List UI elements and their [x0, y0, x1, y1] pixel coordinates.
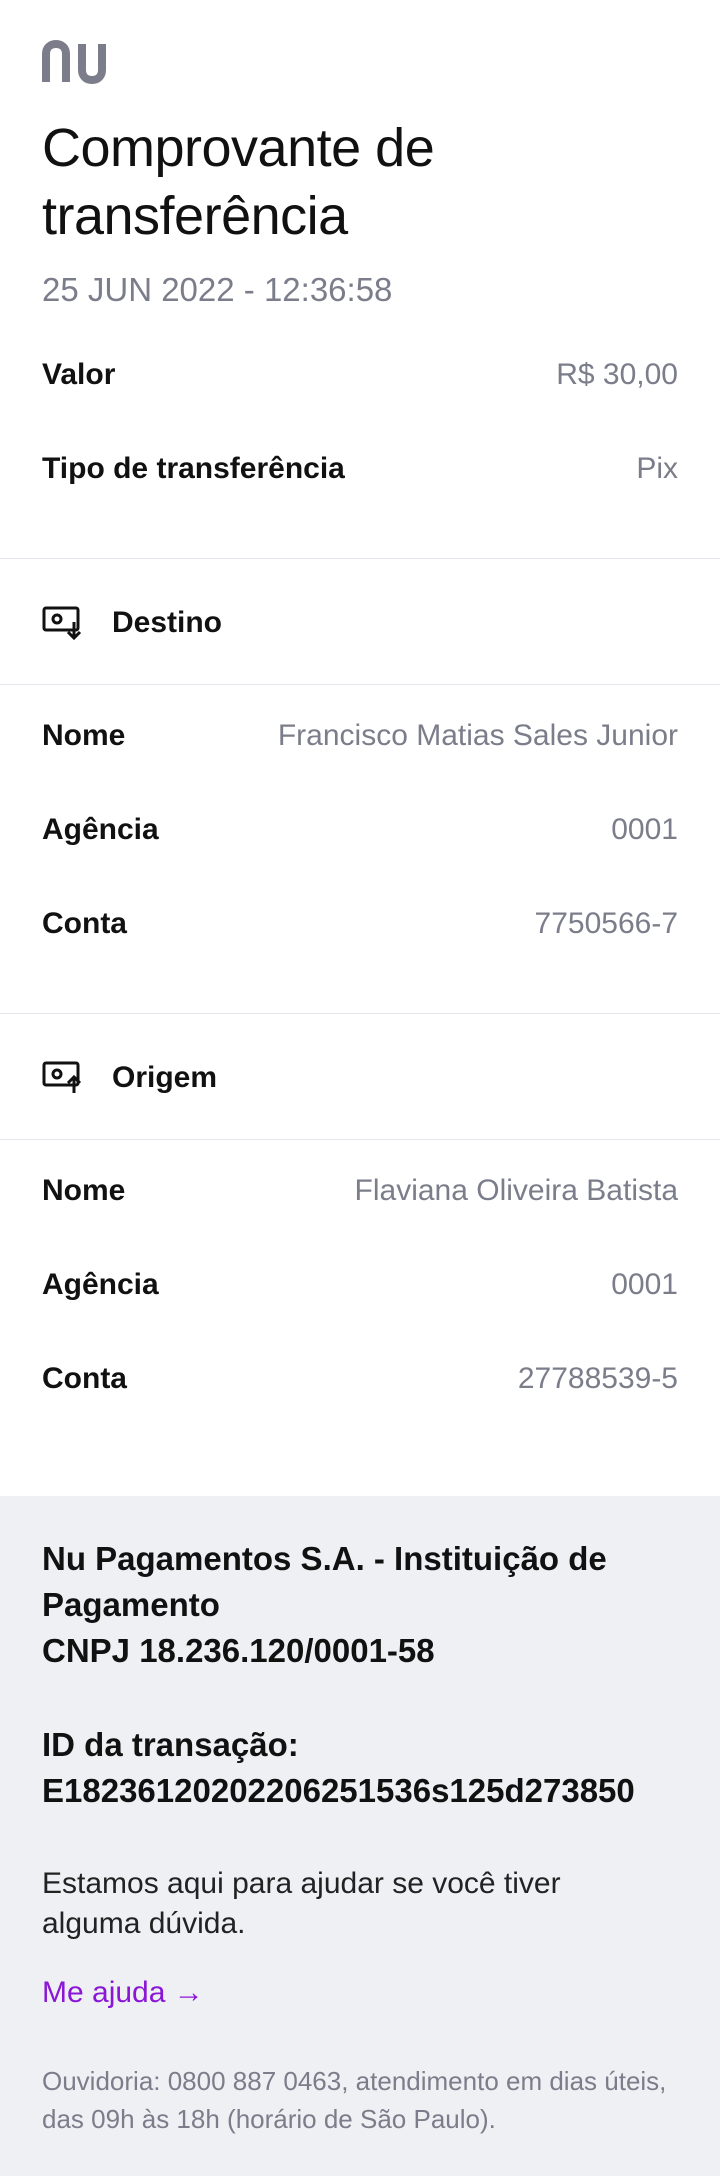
company-info: Nu Pagamentos S.A. - Instituição de Paga…: [42, 1536, 682, 1674]
origin-header: Origem: [42, 1053, 217, 1103]
origin-agency-label: Agência: [42, 1268, 159, 1301]
transaction-id-block: ID da transação: E18236120202206251536s1…: [42, 1722, 678, 1814]
transfer-type-value: Pix: [636, 452, 678, 485]
origin-account-label: Conta: [42, 1362, 127, 1395]
destination-agency-label: Agência: [42, 813, 159, 846]
destination-header: Destino: [42, 598, 222, 648]
company-name: Nu Pagamentos S.A. - Instituição de Paga…: [42, 1540, 607, 1623]
origin-agency-row: Agência 0001: [42, 1260, 678, 1310]
amount-label: Valor: [42, 358, 116, 391]
transfer-datetime: 25 JUN 2022 - 12:36:58: [42, 271, 393, 308]
nubank-logo: [42, 40, 106, 84]
origin-agency-value: 0001: [611, 1268, 678, 1301]
destination-agency-value: 0001: [611, 813, 678, 846]
origin-title: Origem: [112, 1061, 218, 1094]
destination-name-label: Nome: [42, 719, 126, 752]
origin-account-value: 27788539-5: [517, 1362, 678, 1395]
transfer-type-label: Tipo de transferência: [42, 452, 345, 485]
origin-account-row: Conta 27788539-5: [42, 1354, 678, 1404]
money-in-icon: [42, 606, 82, 641]
company-cnpj: CNPJ 18.236.120/0001-58: [42, 1632, 435, 1669]
destination-name-value: Francisco Matias Sales Junior: [277, 719, 678, 752]
help-text: Estamos aqui para ajudar se você tiver a…: [42, 1867, 561, 1940]
divider: [0, 558, 720, 559]
destination-title: Destino: [112, 606, 223, 639]
transfer-type-row: Tipo de transferência Pix: [42, 444, 678, 494]
transaction-id-label: ID da transação:: [42, 1726, 299, 1763]
divider: [0, 1139, 720, 1140]
help-link[interactable]: Me ajuda →: [42, 1976, 204, 2010]
transaction-id-value: E18236120202206251536s125d273850: [42, 1772, 635, 1809]
destination-account-value: 7750566-7: [534, 907, 678, 940]
receipt-footer: Nu Pagamentos S.A. - Instituição de Paga…: [0, 1496, 720, 2176]
destination-account-label: Conta: [42, 907, 127, 940]
divider: [0, 684, 720, 685]
divider: [0, 1013, 720, 1014]
origin-name-row: Nome Flaviana Oliveira Batista: [42, 1166, 678, 1216]
origin-name-value: Flaviana Oliveira Batista: [354, 1174, 678, 1207]
amount-value: R$ 30,00: [556, 358, 678, 391]
destination-agency-row: Agência 0001: [42, 805, 678, 855]
ombudsman-info: Ouvidoria: 0800 887 0463, atendimento em…: [42, 2066, 667, 2134]
page-title: Comprovante de transferência: [42, 118, 435, 246]
destination-account-row: Conta 7750566-7: [42, 899, 678, 949]
money-out-icon: [42, 1061, 82, 1093]
amount-row: Valor R$ 30,00: [42, 350, 678, 400]
destination-name-row: Nome Francisco Matias Sales Junior: [42, 711, 678, 761]
origin-name-label: Nome: [42, 1174, 126, 1207]
